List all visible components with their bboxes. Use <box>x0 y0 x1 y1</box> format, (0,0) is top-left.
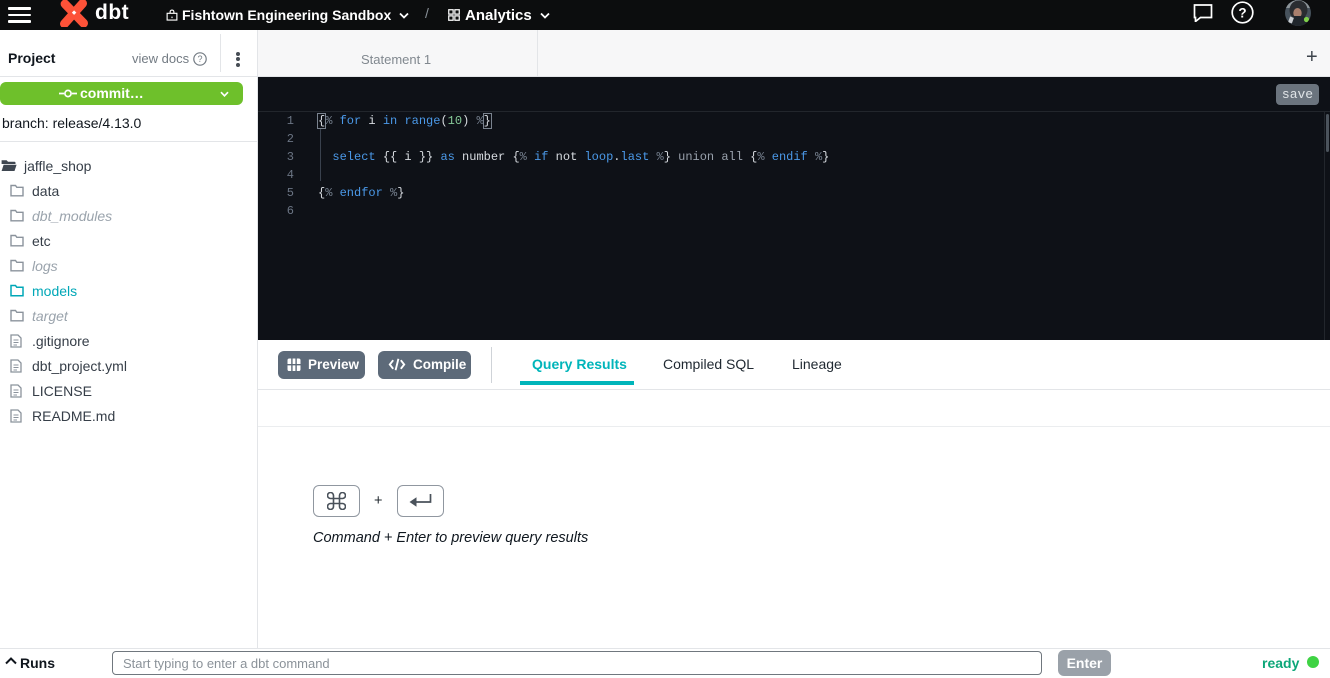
svg-text:?: ? <box>1238 5 1246 20</box>
svg-text:?: ? <box>197 54 202 64</box>
